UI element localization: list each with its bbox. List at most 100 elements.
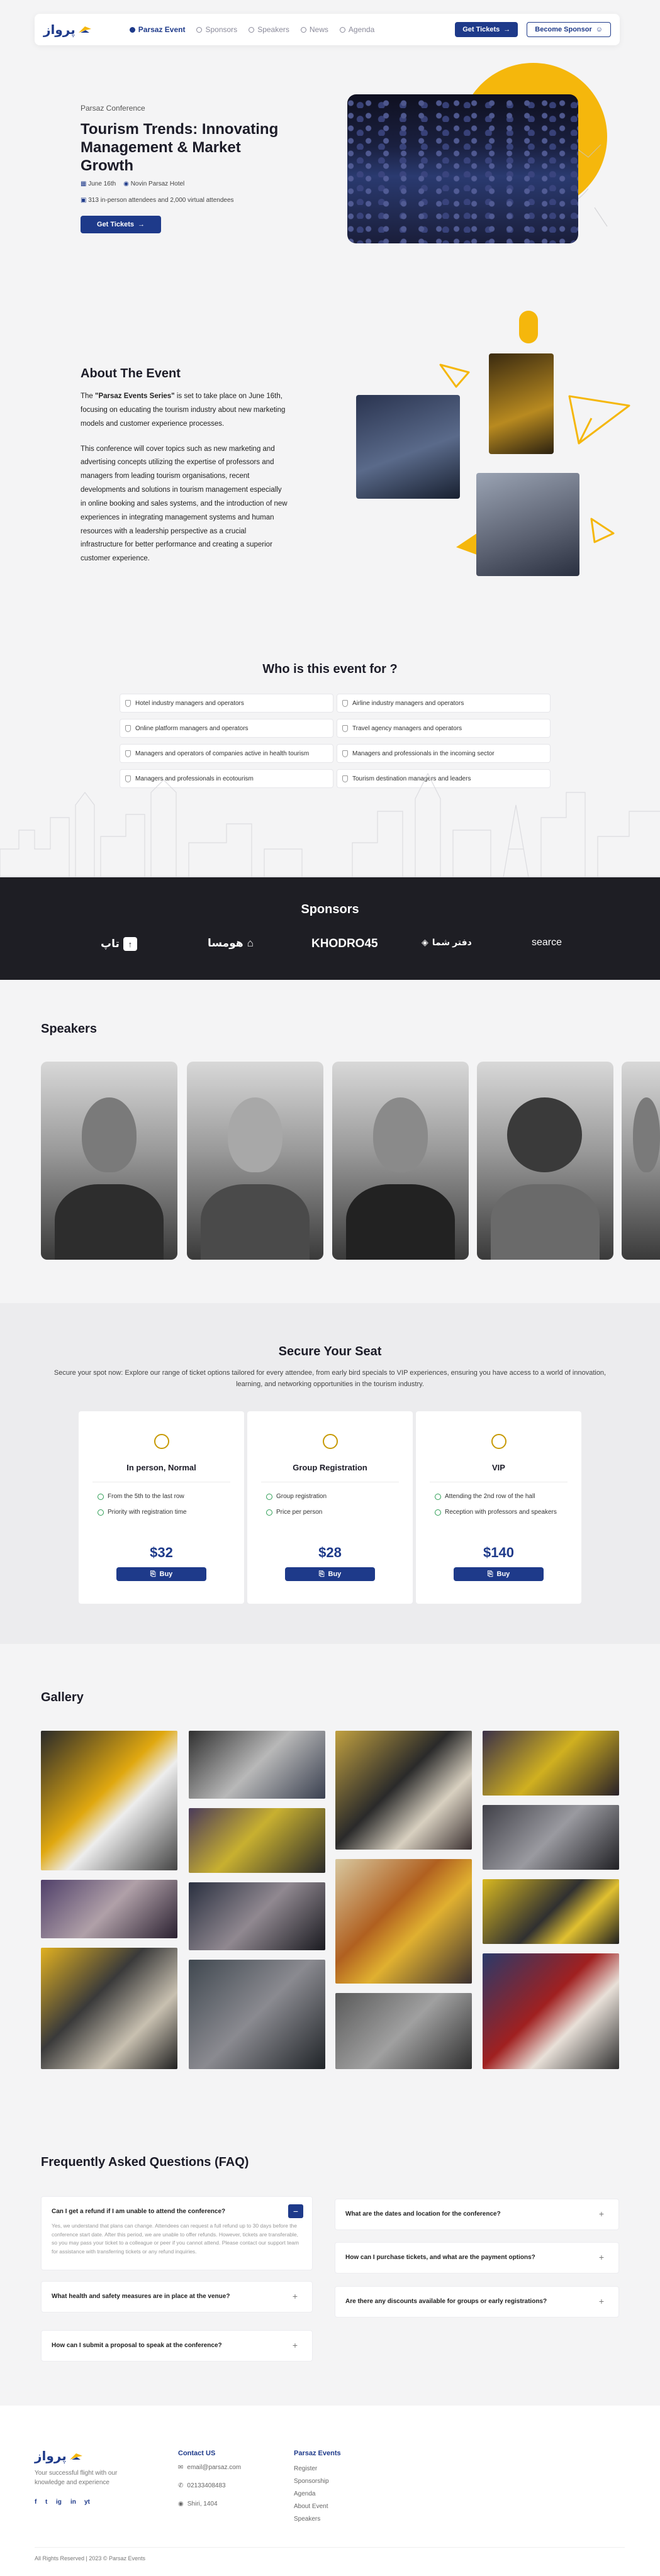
footer-link-agenda[interactable]: Agenda: [294, 2490, 315, 2497]
trophy-icon: [125, 725, 131, 732]
check-icon: [98, 1509, 104, 1516]
gallery-photo[interactable]: [41, 1731, 177, 1870]
about-body: The "Parsaz Events Series" is set to tak…: [81, 390, 288, 577]
social-linkedin-icon[interactable]: in: [70, 2499, 76, 2506]
collapse-icon[interactable]: −: [288, 2204, 303, 2218]
expand-icon[interactable]: +: [289, 2290, 301, 2302]
faq-item[interactable]: How can I purchase tickets, and what are…: [335, 2242, 619, 2273]
logo-text: پرواز: [43, 23, 76, 37]
gallery-photo[interactable]: [189, 1882, 325, 1950]
gallery-title: Gallery: [41, 1690, 84, 1704]
buy-button[interactable]: ⎘ Buy: [285, 1567, 375, 1581]
footer-link-speakers[interactable]: Speakers: [294, 2516, 320, 2523]
sponsors-title: Sponsors: [301, 902, 359, 916]
expand-icon[interactable]: +: [596, 2296, 607, 2307]
faq-item[interactable]: What are the dates and location for the …: [335, 2199, 619, 2230]
about-image-audience: [489, 353, 554, 454]
expand-icon[interactable]: +: [596, 2251, 607, 2263]
about-title: About The Event: [81, 367, 181, 380]
sponsor-logo-tap[interactable]: تاپ ↑: [101, 937, 137, 951]
gallery-photo[interactable]: [41, 1880, 177, 1938]
medal-icon: [154, 1434, 169, 1449]
nav-link-sponsors[interactable]: Sponsors: [196, 25, 237, 34]
mail-icon: ✉: [178, 2464, 184, 2471]
hero-venue: ◉ Novin Parsaz Hotel: [123, 180, 185, 187]
social-facebook-icon[interactable]: f: [35, 2499, 36, 2506]
bird-logo-icon: [69, 2453, 82, 2460]
footer-link-sponsorship[interactable]: Sponsorship: [294, 2478, 329, 2485]
gallery-photo[interactable]: [189, 1808, 325, 1873]
sponsor-logo-searce[interactable]: searce: [532, 937, 562, 948]
ticket-feature: Group registration: [266, 1493, 327, 1500]
gallery-photo[interactable]: [483, 1953, 619, 2069]
gallery-photo[interactable]: [335, 1993, 472, 2069]
speaker-card[interactable]: [187, 1062, 323, 1260]
speaker-card[interactable]: [477, 1062, 613, 1260]
social-instagram-icon[interactable]: ig: [56, 2499, 62, 2506]
contact-title: Contact US: [178, 2450, 216, 2457]
footer-logo[interactable]: پرواز: [35, 2448, 83, 2464]
brand-logo[interactable]: پرواز: [43, 22, 92, 38]
check-icon: [98, 1493, 104, 1500]
sponsor-logo-daftar[interactable]: ◈ دفتر شما: [422, 937, 472, 948]
faq-item[interactable]: Are there any discounts available for gr…: [335, 2286, 619, 2318]
ticket-price: $32: [150, 1545, 173, 1560]
footer-link-register[interactable]: Register: [294, 2465, 317, 2472]
buy-button[interactable]: ⎘ Buy: [116, 1567, 206, 1581]
gallery-photo[interactable]: [189, 1960, 325, 2069]
gallery-photo[interactable]: [189, 1731, 325, 1799]
sponsor-logo-homsa[interactable]: هومسا ⌂: [208, 937, 254, 950]
buy-button[interactable]: ⎘ Buy: [454, 1567, 544, 1581]
calendar-icon: ▦: [81, 180, 87, 187]
hero-get-tickets-button[interactable]: Get Tickets →: [81, 216, 161, 233]
who-item: Online platform managers and operators: [120, 719, 333, 738]
become-sponsor-button[interactable]: Become Sponsor ☺: [527, 22, 611, 37]
top-navbar: پرواز Parsaz Event Sponsors Speakers New…: [35, 14, 620, 45]
hero-date: ▦ June 16th: [81, 180, 116, 187]
gallery-photo[interactable]: [335, 1859, 472, 1984]
contact-email[interactable]: ✉ email@parsaz.com: [178, 2464, 241, 2471]
speaker-card[interactable]: [332, 1062, 469, 1260]
faq-title: Frequently Asked Questions (FAQ): [41, 2155, 249, 2169]
gallery-photo[interactable]: [335, 1731, 472, 1850]
sponsor-logo-khodro45[interactable]: KHODRO45: [311, 937, 378, 951]
trophy-icon: [125, 700, 131, 707]
get-tickets-button[interactable]: Get Tickets →: [455, 22, 518, 37]
about-paragraph-1: The "Parsaz Events Series" is set to tak…: [81, 392, 286, 428]
faq-item[interactable]: How can I submit a proposal to speak at …: [41, 2330, 313, 2362]
decor-yellow-pill: [519, 311, 538, 343]
expand-icon[interactable]: +: [289, 2340, 301, 2351]
contact-address: ◉ Shiri, 1404: [178, 2501, 218, 2507]
faq-item-open[interactable]: Can I get a refund if I am unable to att…: [41, 2196, 313, 2270]
check-icon: [266, 1509, 272, 1516]
gallery-photo[interactable]: [483, 1879, 619, 1944]
about-image-speaker-mic: [476, 473, 579, 576]
user-icon: ☺: [595, 26, 603, 33]
speakers-icon: [249, 26, 255, 33]
location-icon: ◉: [123, 180, 129, 187]
nav-link-event[interactable]: Parsaz Event: [129, 25, 185, 34]
faq-item[interactable]: What health and safety measures are in p…: [41, 2281, 313, 2312]
copyright: All Rights Reserved | 2023 © Parsaz Even…: [35, 2555, 146, 2562]
contact-phone[interactable]: ✆ 02133408483: [178, 2482, 226, 2489]
nav-link-agenda[interactable]: Agenda: [339, 25, 374, 34]
social-twitter-icon[interactable]: t: [45, 2499, 47, 2506]
gallery-photo[interactable]: [41, 1948, 177, 2069]
speaker-card-partial[interactable]: [622, 1062, 660, 1260]
gallery-photo[interactable]: [483, 1731, 619, 1796]
hero-meta: ▦ June 16th ◉ Novin Parsaz Hotel: [81, 180, 184, 187]
social-youtube-icon[interactable]: yt: [84, 2499, 90, 2506]
footer-description: Your successful flight with our knowledg…: [35, 2470, 118, 2486]
who-item: Airline industry managers and operators: [337, 694, 551, 713]
tickets-title: Secure Your Seat: [278, 1345, 382, 1358]
hero-kicker: Parsaz Conference: [81, 104, 145, 113]
events-title: Parsaz Events: [294, 2450, 341, 2457]
gallery-photo[interactable]: [483, 1805, 619, 1870]
hero-title: Tourism Trends: Innovating Management & …: [81, 121, 279, 174]
nav-link-speakers[interactable]: Speakers: [249, 25, 289, 34]
nav-link-news[interactable]: News: [300, 25, 328, 34]
speaker-card[interactable]: [41, 1062, 177, 1260]
expand-icon[interactable]: +: [596, 2208, 607, 2219]
footer-link-about[interactable]: About Event: [294, 2503, 328, 2510]
ticket-price: $140: [483, 1545, 514, 1560]
